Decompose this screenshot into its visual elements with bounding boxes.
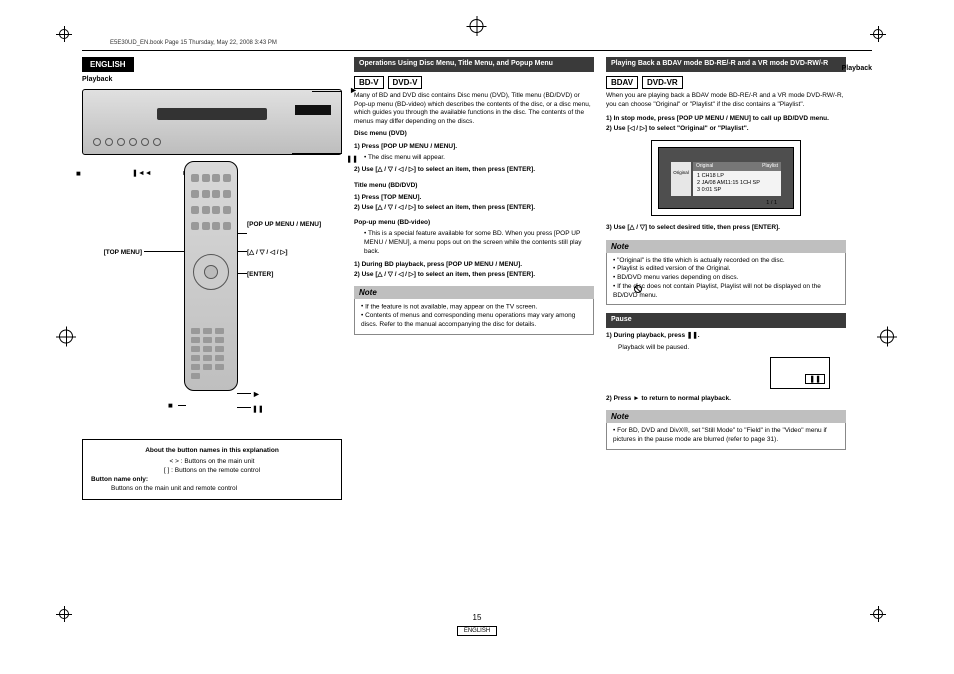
rule — [82, 50, 872, 51]
bullet: This is a special feature available for … — [364, 230, 594, 256]
note-heading: Note — [354, 286, 594, 299]
pause-icon: ❚❚ — [346, 155, 358, 163]
button-names-box: About the button names in this explanati… — [82, 439, 342, 500]
note-item: "Original" is the title which is actuall… — [613, 257, 839, 266]
tv-row: 2 JA/08 AM11:15 1CH SP — [697, 180, 777, 187]
step: 2) Press ► to return to normal playback. — [606, 395, 731, 402]
note-heading: Note — [606, 240, 846, 253]
format-pill-dvdv: DVD-V — [388, 76, 423, 89]
page-number: 15 — [0, 613, 954, 622]
callout-top-menu: [TOP MENU] — [82, 249, 142, 257]
step: 1) Press [TOP MENU]. — [354, 194, 421, 201]
leader-line — [237, 393, 251, 394]
pause-icon: ❚❚ — [252, 405, 264, 413]
intro-text: When you are playing back a BDAV mode BD… — [606, 92, 846, 110]
footer-lang: ENGLISH — [457, 626, 497, 636]
step: 1) During playback, press ❚❚. — [606, 332, 700, 339]
box-line: [ ] : Buttons on the remote control — [91, 466, 333, 475]
crop-mark — [56, 26, 84, 54]
box-subhead: Button name only: — [91, 476, 148, 483]
step-body: Playback will be paused. — [606, 344, 846, 353]
leader-line — [237, 273, 247, 274]
section-heading: Operations Using Disc Menu, Title Menu, … — [354, 57, 594, 72]
crop-mark — [56, 327, 77, 348]
callout-popup: [POP UP MENU / MENU] — [247, 221, 327, 229]
step: 2) Use [△ / ▽ / ◁ / ▷] to select an item… — [354, 204, 535, 211]
section-heading: Pause — [606, 313, 846, 328]
leader-line — [312, 91, 342, 92]
play-icon: ► — [252, 389, 261, 399]
leader-line — [237, 407, 251, 408]
callout-arrows: [△ / ▽ / ◁ / ▷] — [247, 249, 288, 257]
format-pill-bdav: BDAV — [606, 76, 638, 89]
bullet: The disc menu will appear. — [364, 154, 594, 163]
step: 1) In stop mode, press [POP UP MENU / ME… — [606, 115, 829, 122]
stop-icon: ■ — [76, 169, 81, 178]
crop-mark — [877, 327, 898, 348]
box-line: < > : Buttons on the main unit — [91, 457, 333, 466]
leader-line — [178, 405, 186, 406]
playback-label: Playback — [82, 76, 342, 83]
player-illustration — [82, 89, 342, 155]
step: 1) During BD playback, press [POP UP MEN… — [354, 261, 522, 268]
tv-row: 1 CH18 LP — [697, 173, 777, 180]
leader-line — [237, 233, 247, 234]
leader-line — [237, 251, 247, 252]
tv-diagram: Original Original Playlist 1 CH18 LP 2 JA… — [651, 140, 801, 216]
note-box: If the feature is not available, may app… — [354, 299, 594, 335]
step: 2) Use [◁ / ▷] to select "Original" or "… — [606, 125, 749, 132]
note-item: If the feature is not available, may app… — [361, 303, 587, 312]
subhead: Disc menu (DVD) — [354, 130, 407, 137]
leader-line — [144, 251, 184, 252]
note-item: Contents of menus and corresponding menu… — [361, 312, 587, 330]
tv-tab: Playlist — [762, 163, 778, 170]
leader-line — [292, 153, 342, 154]
format-pill-bdv: BD-V — [354, 76, 384, 89]
step: 3) Use [△ / ▽] to select desired title, … — [606, 224, 780, 231]
note-item: BD/DVD menu varies depending on discs. — [613, 274, 839, 283]
tv-row: 3 0:01 SP — [697, 187, 777, 194]
prohibit-icon — [634, 285, 642, 293]
note-text: If the feature is not available, may app… — [365, 303, 537, 310]
pause-icon: ❚❚ — [805, 374, 825, 384]
box-title: About the button names in this explanati… — [91, 446, 333, 455]
format-pill-dvdvr: DVD-VR — [642, 76, 683, 89]
remote-illustration — [184, 161, 238, 391]
callout-enter: [ENTER] — [247, 271, 273, 279]
step: 2) Use [△ / ▽ / ◁ / ▷] to select an item… — [354, 271, 535, 278]
subhead: Pop-up menu (BD-video) — [354, 219, 430, 226]
stop-icon: ■ — [168, 401, 173, 410]
playback-label-right: Playback — [842, 65, 872, 72]
box-line: Buttons on the main unit and remote cont… — [91, 484, 333, 493]
note-item: Playlist is edited version of the Origin… — [613, 265, 839, 274]
language-tab: ENGLISH — [82, 57, 134, 72]
page-footer: 15 ENGLISH — [0, 613, 954, 636]
play-icon: ► — [349, 85, 358, 95]
note-item: If the disc does not contain Playlist, P… — [613, 283, 839, 301]
tv-tab: Original — [696, 163, 713, 170]
section-heading: Playing Back a BDAV mode BD-RE/-R and a … — [606, 57, 846, 72]
note-heading: Note — [606, 410, 846, 423]
file-header: E5E30UD_EN.book Page 15 Thursday, May 22… — [110, 40, 894, 46]
step: 1) Press [POP UP MENU / MENU]. — [354, 143, 457, 150]
intro-text: Many of BD and DVD disc contains Disc me… — [354, 92, 594, 127]
tv-side-tab: Original — [671, 162, 691, 196]
note-box: "Original" is the title which is actuall… — [606, 253, 846, 306]
crop-mark — [467, 16, 488, 37]
tv-page: 1 / 1 — [697, 200, 777, 207]
note-box: For BD, DVD and DivX®, set "Still Mode" … — [606, 423, 846, 450]
step: 2) Use [△ / ▽ / ◁ / ▷] to select an item… — [354, 166, 535, 173]
note-item: For BD, DVD and DivX®, set "Still Mode" … — [613, 427, 839, 445]
crop-mark — [870, 26, 898, 54]
subhead: Title menu (BD/DVD) — [354, 182, 417, 189]
pause-diagram: ❚❚ — [770, 357, 830, 389]
